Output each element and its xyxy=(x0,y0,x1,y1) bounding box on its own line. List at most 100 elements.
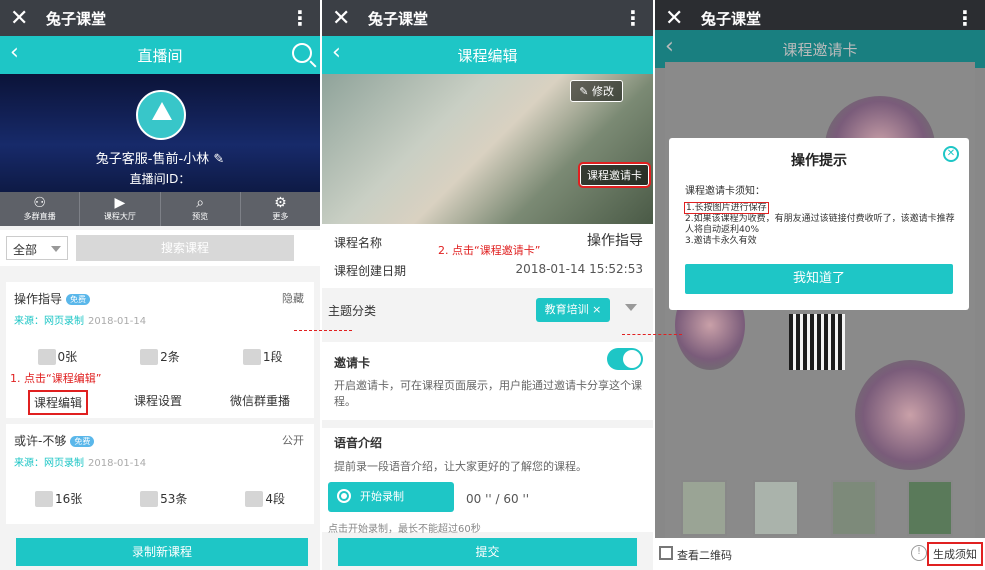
nav-title: 课程编辑 xyxy=(457,46,518,65)
edit-cover-button[interactable]: ✎ 修改 xyxy=(570,80,623,102)
free-badge: 免费 xyxy=(70,436,95,447)
invite-card-toggle[interactable] xyxy=(607,348,643,370)
more-menu-icon[interactable]: ⋮ xyxy=(290,6,310,30)
image-count: 0张 xyxy=(37,348,77,365)
app-bar: ✕ 兔子课堂 ⋮ xyxy=(322,0,653,36)
app-bar: ✕ 兔子课堂 ⋮ xyxy=(0,0,320,36)
tool-course-hall[interactable]: ▶ 课程大厅 xyxy=(80,192,161,226)
invite-card-label: 邀请卡 xyxy=(334,356,371,370)
modal-title: 操作提示 xyxy=(791,153,847,169)
close-icon[interactable]: ✕ xyxy=(10,6,38,31)
wechat-replay-button[interactable]: 微信群重播 xyxy=(230,392,290,413)
step-arrow xyxy=(622,334,682,335)
segment-count: 1段 xyxy=(242,348,282,365)
modal-heading: 课程邀请卡须知： xyxy=(685,186,765,197)
nav-title: 课程邀请卡 xyxy=(782,40,858,59)
modal-line-1: 1.长按图片进行保存 xyxy=(684,202,769,214)
app-title: 兔子课堂 xyxy=(46,9,107,28)
course-stats: 16张 53条 4段 xyxy=(6,490,314,507)
course-card: 操作指导 免费 隐藏 来源：网页录制 2018-01-14 0张 2条 1段 课程编… xyxy=(6,282,314,418)
topic-chip[interactable]: 教育培训 × xyxy=(536,298,610,322)
submit-button[interactable]: 提交 xyxy=(338,538,637,566)
search-course-button[interactable]: 搜索课程 xyxy=(76,235,294,261)
nav-bar: ‹ 课程编辑 xyxy=(322,36,653,74)
got-it-button[interactable]: 我知道了 xyxy=(685,264,953,294)
app-title: 兔子课堂 xyxy=(701,9,762,28)
template-thumbnail[interactable] xyxy=(681,480,727,536)
filter-bar: 全部 搜索课程 xyxy=(0,230,320,266)
course-source: 来源：网页录制 2018-01-14 xyxy=(14,316,147,327)
host-name: 兔子客服-售前-小林 ✎ xyxy=(95,152,225,167)
nav-bar: ‹ 直播间 xyxy=(0,36,320,74)
view-qr-button[interactable]: 查看二维码 xyxy=(677,547,732,563)
generate-notice-button[interactable]: 生成须知 xyxy=(927,542,983,566)
gear-icon: ⚙ xyxy=(274,195,287,211)
close-icon[interactable]: ✕ xyxy=(332,6,360,31)
course-title: 或许-不够 免费 xyxy=(14,432,95,449)
invite-card-screen: ✕ 兔子课堂 ⋮ ‹ 课程邀请卡 操作提示 ✕ 课程邀请卡须知： 1.长按图片进… xyxy=(655,0,985,570)
template-thumbnail[interactable] xyxy=(907,480,953,536)
image-icon xyxy=(34,490,53,507)
course-name-value[interactable]: 操作指导 xyxy=(587,230,643,250)
nav-title: 直播间 xyxy=(137,46,183,65)
voice-count: 53条 xyxy=(140,490,187,507)
more-menu-icon[interactable]: ⋮ xyxy=(623,6,643,30)
tool-multi-group[interactable]: ⚇ 多群直播 xyxy=(0,192,81,226)
course-settings-button[interactable]: 课程设置 xyxy=(134,392,182,413)
visibility-status: 公开 xyxy=(282,434,304,447)
pencil-icon: ✎ xyxy=(579,85,592,98)
room-logo xyxy=(136,90,186,140)
invite-card-section: 邀请卡 开启邀请卡，可在课程页面展示，用户能通过邀请卡分享这个课程。 xyxy=(322,342,653,420)
tool-more[interactable]: ⚙ 更多 xyxy=(241,192,320,226)
play-icon: ▶ xyxy=(114,195,126,211)
close-icon[interactable]: ✕ xyxy=(943,146,959,162)
back-icon[interactable]: ‹ xyxy=(332,40,341,65)
invite-card-description: 开启邀请卡，可在课程页面展示，用户能通过邀请卡分享这个课程。 xyxy=(334,379,642,408)
filter-select[interactable]: 全部 xyxy=(6,236,68,260)
topic-dropdown-icon[interactable] xyxy=(625,304,637,311)
edit-icon[interactable]: ✎ xyxy=(213,152,224,167)
template-thumbnail[interactable] xyxy=(831,480,877,536)
group-icon: ⚇ xyxy=(33,195,46,211)
topic-label: 主题分类 xyxy=(328,304,377,318)
created-date-value: 2018-01-14 15:52:53 xyxy=(515,262,643,276)
back-icon[interactable]: ‹ xyxy=(665,34,674,59)
course-card: 或许-不够 免费 公开 来源：网页录制 2018-01-14 16张 53条 4段 xyxy=(6,424,314,524)
record-timer: 00 '' / 60 '' xyxy=(466,492,530,506)
visibility-status: 隐藏 xyxy=(282,292,304,305)
course-name-label: 课程名称 xyxy=(334,236,383,250)
tool-row: ⚇ 多群直播 ▶ 课程大厅 ⌕ 预览 ⚙ 更多 xyxy=(0,192,320,226)
course-actions: 课程编辑 课程设置 微信群重播 xyxy=(6,390,314,415)
course-edit-button[interactable]: 课程编辑 xyxy=(27,390,89,415)
start-record-button[interactable]: 开始录制 xyxy=(328,482,454,512)
operation-tip-modal: 操作提示 ✕ 课程邀请卡须知： 1.长按图片进行保存 2.如果该课程为收费，有朋… xyxy=(669,138,969,310)
template-thumbnail[interactable] xyxy=(753,480,799,536)
voice-intro-description: 提前录一段语音介绍，让大家更好的了解您的课程。 xyxy=(334,460,587,473)
close-icon[interactable]: ✕ xyxy=(665,6,693,31)
course-edit-screen: ✕ 兔子课堂 ⋮ ‹ 课程编辑 ✎ 修改 课程邀请卡 课程名称 操作指导 课程创… xyxy=(322,0,653,570)
modal-line-2: 2.如果该课程为收费，有朋友通过该链接付费收听了，该邀请卡推荐人将自动返利40% xyxy=(685,214,955,235)
image-count: 16张 xyxy=(34,490,82,507)
course-title: 操作指导 免费 xyxy=(14,290,91,307)
room-id: 直播间ID： xyxy=(129,172,191,186)
invite-card-button[interactable]: 课程邀请卡 xyxy=(578,162,651,188)
back-icon[interactable]: ‹ xyxy=(10,40,19,65)
record-new-course-button[interactable]: 录制新课程 xyxy=(16,538,308,566)
mic-icon xyxy=(140,490,159,507)
tool-preview[interactable]: ⌕ 预览 xyxy=(161,192,241,226)
modal-line-3: 3.邀请卡永久有效 xyxy=(685,236,757,246)
step2-annotation: 2. 点击“课程邀请卡” xyxy=(438,244,541,257)
modal-body: 课程邀请卡须知： 1.长按图片进行保存 2.如果该课程为收费，有朋友通过该链接付… xyxy=(684,186,959,247)
created-date-label: 课程创建日期 xyxy=(334,264,407,278)
remove-icon[interactable]: × xyxy=(592,303,601,316)
step-arrow xyxy=(294,330,352,331)
bottom-bar: 查看二维码 ! 生成须知 xyxy=(655,538,985,570)
record-hint: 点击开始录制，最长不能超过60秒 xyxy=(328,524,481,535)
more-menu-icon[interactable]: ⋮ xyxy=(955,6,975,30)
text-icon xyxy=(245,490,264,507)
info-icon: ! xyxy=(911,545,927,561)
qr-code xyxy=(789,314,845,370)
qr-code-icon xyxy=(659,546,673,560)
search-icon[interactable] xyxy=(292,43,312,63)
voice-intro-label: 语音介绍 xyxy=(334,436,383,450)
